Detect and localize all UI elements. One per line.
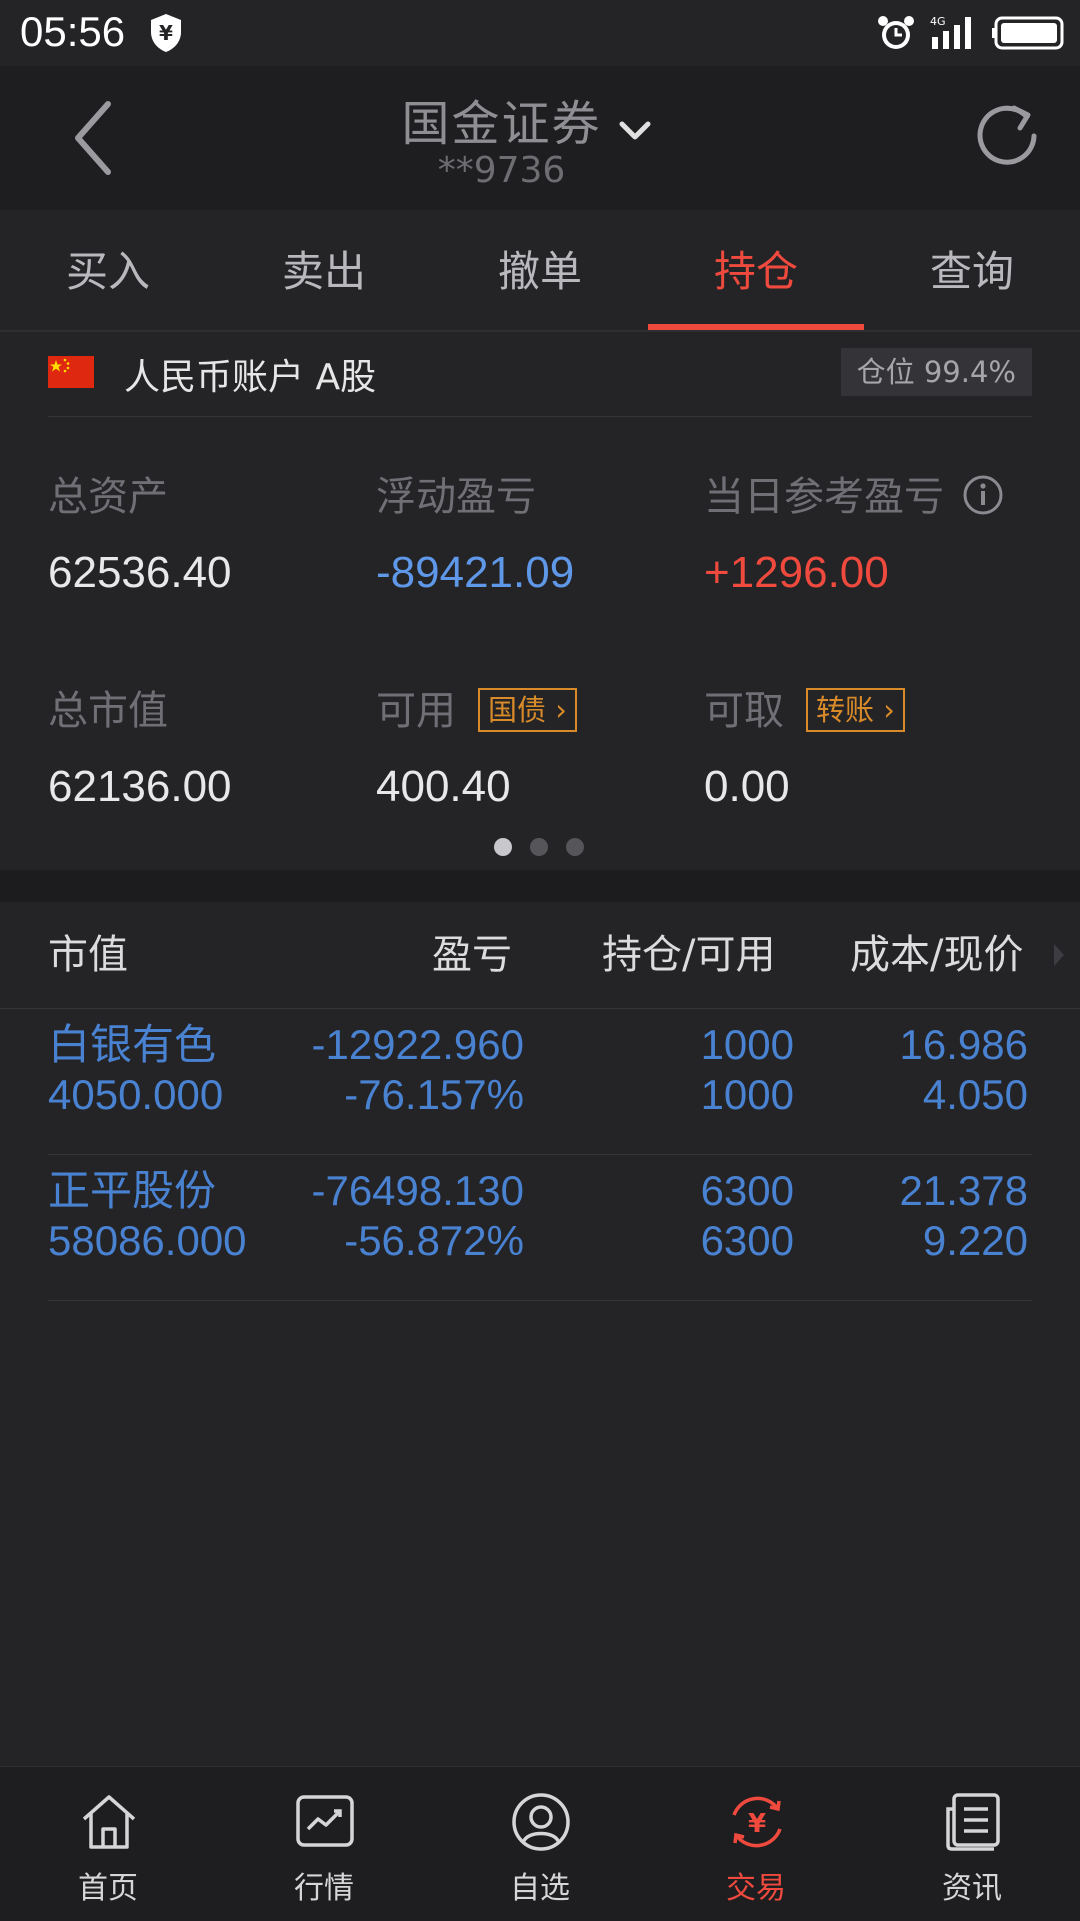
withdrawable-label: 可取 [704,688,784,734]
market-value: 总市值 62136.00 [48,678,232,812]
stock-market-value: 4050.000 [48,1071,224,1118]
signal-4g-icon: 4G [930,15,971,49]
withdrawable-value: 0.00 [704,762,790,811]
status-bar: 05:56 ¥ 4G [0,0,1080,66]
daily-pl: 当日参考盈亏 +1296.00 [704,464,1004,598]
header-pl[interactable]: 盈亏 [432,902,512,1008]
stock-pl-pct: -76.157% [344,1071,524,1118]
transfer-label: 转账 [816,693,875,727]
stock-price: 9.220 [922,1217,1028,1264]
network-label: 4G [930,15,946,28]
stock-holding: 1000 [700,1021,794,1068]
stock-market-value: 58086.000 [48,1217,247,1264]
nav-market[interactable]: 行情 [216,1767,432,1921]
tab-cancel-order[interactable]: 撤单 [432,210,648,330]
nav-news-label: 资讯 [942,1871,1002,1906]
stock-pl-pct: -56.872% [344,1217,524,1264]
info-icon[interactable] [962,474,1004,516]
chevron-right-icon[interactable] [1052,942,1066,968]
market-value-label: 总市值 [48,688,168,734]
tab-sell[interactable]: 卖出 [216,210,432,330]
holding-row[interactable]: 正平股份 58086.000 -76498.130 -56.872% 6300 … [48,1154,1032,1301]
total-assets-label: 总资产 [48,474,168,520]
stock-available: 6300 [700,1217,794,1264]
broker-title[interactable]: 国金证券 [0,84,1003,154]
status-time: 05:56 [20,8,126,55]
market-value-value: 62136.00 [48,762,232,811]
page-indicator [494,838,584,856]
position-ratio-badge: 仓位 99.4% [840,348,1032,396]
nav-home-label: 首页 [78,1871,138,1906]
floating-pl-value: -89421.09 [376,548,575,597]
available-funds: 可用 国债 › 400.40 [376,678,577,812]
floating-pl-label: 浮动盈亏 [376,474,536,520]
total-assets: 总资产 62536.40 [48,464,232,598]
nav-market-label: 行情 [294,1871,354,1906]
home-icon [82,1795,136,1849]
stock-holding: 6300 [700,1167,794,1214]
battery-icon [992,16,1064,50]
holdings-table-header: 市值 盈亏 持仓/可用 成本/现价 [0,902,1080,1009]
page-dot-3 [566,838,584,856]
yuan-exchange-icon: ¥ [732,1796,782,1848]
china-flag-icon [48,356,94,388]
account-number: **9736 [437,150,566,191]
page-dot-1 [494,838,512,856]
shield-yuan-icon: ¥ [151,14,181,52]
nav-watchlist-label: 自选 [510,1871,570,1906]
status-icons: 4G [876,12,1066,54]
floating-pl: 浮动盈亏 -89421.09 [376,464,574,598]
stock-price: 4.050 [922,1071,1028,1118]
bottom-nav: 首页 行情 自选 ¥ 交易 资讯 [0,1766,1080,1921]
user-icon [512,1793,570,1851]
nav-news[interactable]: 资讯 [864,1767,1080,1921]
tab-buy[interactable]: 买入 [0,210,216,330]
tab-query[interactable]: 查询 [864,210,1080,330]
nav-trade[interactable]: ¥ 交易 [648,1767,864,1921]
stock-pl: -76498.130 [311,1167,524,1214]
alarm-icon [878,16,914,49]
refresh-icon[interactable] [970,98,1046,174]
stock-cost: 21.378 [899,1167,1028,1214]
asset-summary: 总资产 62536.40 浮动盈亏 -89421.09 当日参考盈亏 +1296… [0,416,1080,870]
transfer-button[interactable]: 转账 › [806,688,905,732]
nav-home[interactable]: 首页 [0,1767,216,1921]
header-cost-price[interactable]: 成本/现价 [850,902,1023,1008]
stock-name: 正平股份 [48,1166,217,1215]
svg-text:¥: ¥ [748,1809,766,1839]
available-label: 可用 [376,688,456,734]
treasury-bond-button[interactable]: 国债 › [478,688,577,732]
account-type-label: 人民币账户 A股 [124,357,377,398]
tab-holdings[interactable]: 持仓 [648,210,864,330]
stock-pl: -12922.960 [311,1021,524,1068]
news-icon [946,1793,1000,1851]
holding-row[interactable]: 白银有色 4050.000 -12922.960 -76.157% 1000 1… [48,1008,1032,1155]
nav-watchlist[interactable]: 自选 [432,1767,648,1921]
svg-text:¥: ¥ [159,21,173,45]
treasury-bond-label: 国债 [488,693,547,727]
header-market-value[interactable]: 市值 [48,902,128,1008]
chart-icon [296,1795,354,1847]
total-assets-value: 62536.40 [48,548,232,597]
chevron-down-icon[interactable] [614,110,656,152]
stock-cost: 16.986 [899,1021,1028,1068]
header-holding-available[interactable]: 持仓/可用 [602,902,775,1008]
available-value: 400.40 [376,762,511,811]
account-row: 人民币账户 A股 仓位 99.4% [48,330,1032,417]
section-divider [0,870,1080,902]
title-bar: 国金证券 **9736 [0,66,1080,210]
page-dot-2 [530,838,548,856]
withdrawable-funds: 可取 转账 › 0.00 [704,678,905,812]
daily-pl-value: +1296.00 [704,548,889,597]
trade-tabs: 买入 卖出 撤单 持仓 查询 [0,210,1080,332]
stock-name: 白银有色 [48,1020,217,1069]
stock-available: 1000 [700,1071,794,1118]
daily-pl-label: 当日参考盈亏 [704,474,944,520]
nav-trade-label: 交易 [726,1871,786,1906]
